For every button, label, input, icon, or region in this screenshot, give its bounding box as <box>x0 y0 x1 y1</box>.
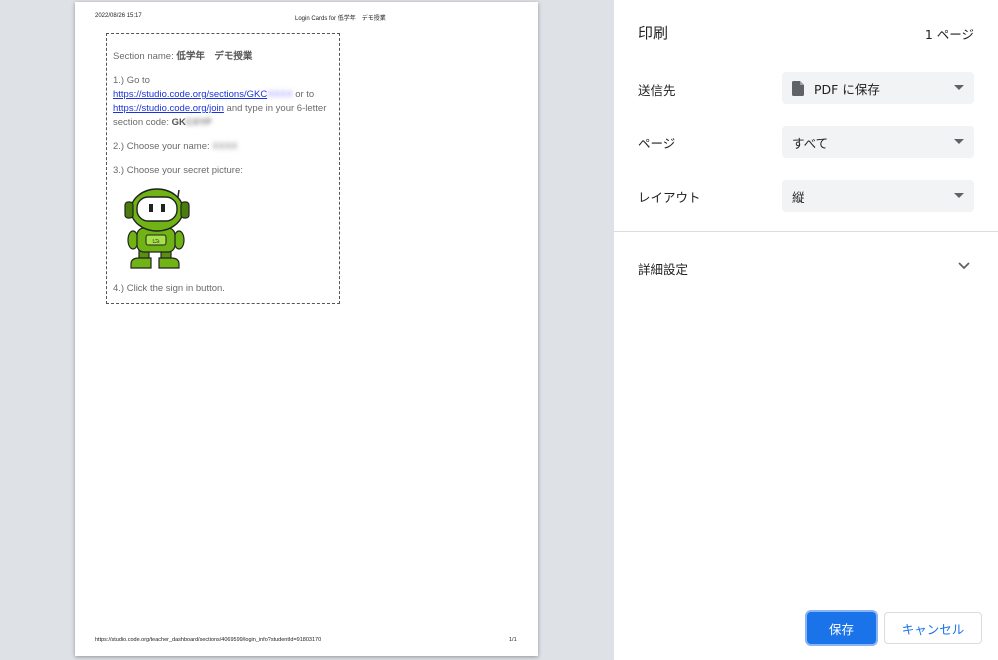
layout-label: レイアウト <box>638 190 701 205</box>
pages-value: すべて <box>792 135 829 151</box>
section-name: 低学年 デモ授業 <box>176 51 253 62</box>
destination-label: 送信先 <box>638 83 676 98</box>
page-header-date: 2022/08/26 15:17 <box>95 13 142 19</box>
preview-page: 2022/08/26 15:17 Login Cards for 低学年 デモ授… <box>75 2 538 656</box>
blurred-code: XXXX <box>267 89 293 100</box>
pages-label: ページ <box>638 136 676 151</box>
or-to-text: or to <box>292 89 315 100</box>
dropdown-arrow-icon <box>954 85 964 90</box>
sheet-count: 1 ページ <box>924 27 974 42</box>
layout-value: 縦 <box>792 189 805 205</box>
document-icon <box>792 80 804 96</box>
print-settings-panel: 印刷 1 ページ 送信先 PDF に保存 ページ すべて レイアウト 縦 詳細設… <box>614 0 998 660</box>
layout-select[interactable]: 縦 <box>782 180 974 212</box>
step-3: 3.) Choose your secret picture: <box>113 165 243 176</box>
save-button[interactable]: 保存 <box>807 612 876 644</box>
dropdown-arrow-icon <box>954 193 964 198</box>
page-footer-url: https://studio.code.org/teacher_dashboar… <box>95 637 322 643</box>
join-link[interactable]: https://studio.code.org/join <box>113 103 224 114</box>
panel-title: 印刷 <box>638 24 669 42</box>
step-1: 1.) Go to https://studio.code.org/sectio… <box>113 74 333 130</box>
more-settings-toggle[interactable]: 詳細設定 <box>638 259 688 278</box>
page-footer-number: 1/1 <box>509 637 517 643</box>
pages-select[interactable]: すべて <box>782 126 974 158</box>
section-label: Section name: <box>113 51 177 62</box>
destination-select[interactable]: PDF に保存 <box>782 72 974 104</box>
svg-text:ಬಾ: ಬಾ <box>152 237 160 245</box>
destination-value: PDF に保存 <box>814 81 880 97</box>
blurred-name: XXXX <box>212 141 238 152</box>
step1-prefix: 1.) Go to <box>113 75 150 86</box>
chevron-down-icon[interactable] <box>958 262 970 270</box>
page-header-title: Login Cards for 低学年 デモ授業 <box>295 16 386 22</box>
step-4: 4.) Click the sign in button. <box>113 283 225 294</box>
login-card: Section name: 低学年 デモ授業 1.) Go to https:/… <box>106 33 340 304</box>
step2-label: 2.) Choose your name: <box>113 141 213 152</box>
section-link[interactable]: https://studio.code.org/sections/GKCXXXX <box>113 89 293 100</box>
dropdown-arrow-icon <box>954 139 964 144</box>
secret-picture-robot-icon: ಬಾ <box>124 188 190 269</box>
cancel-button[interactable]: キャンセル <box>884 612 982 644</box>
divider <box>614 231 998 232</box>
step-2: 2.) Choose your name: XXXX <box>113 140 333 154</box>
section-code: GKCXYP <box>171 117 212 128</box>
print-preview: 2022/08/26 15:17 Login Cards for 低学年 デモ授… <box>0 0 614 660</box>
section-line: Section name: 低学年 デモ授業 <box>113 50 333 64</box>
